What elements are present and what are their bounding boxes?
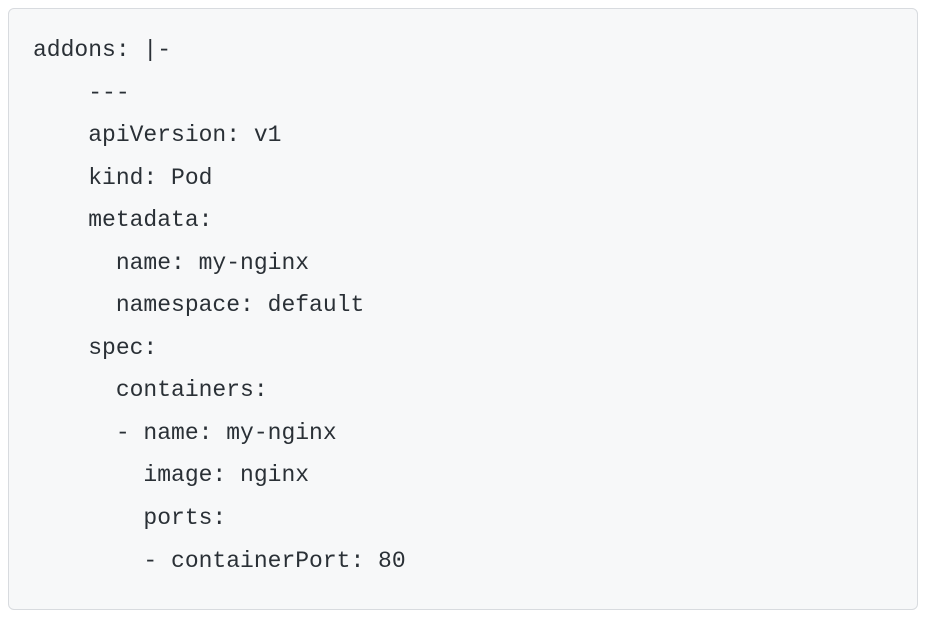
- code-line: apiVersion: v1: [33, 114, 893, 157]
- code-line: kind: Pod: [33, 157, 893, 200]
- code-block: addons: |- --- apiVersion: v1 kind: Pod …: [8, 8, 918, 610]
- code-line: namespace: default: [33, 284, 893, 327]
- code-line: - name: my-nginx: [33, 412, 893, 455]
- code-line: metadata:: [33, 199, 893, 242]
- code-line: containers:: [33, 369, 893, 412]
- code-line: image: nginx: [33, 454, 893, 497]
- code-line: name: my-nginx: [33, 242, 893, 285]
- code-line: - containerPort: 80: [33, 540, 893, 583]
- code-line: spec:: [33, 327, 893, 370]
- code-line: addons: |-: [33, 29, 893, 72]
- code-line: ports:: [33, 497, 893, 540]
- code-line: ---: [33, 72, 893, 115]
